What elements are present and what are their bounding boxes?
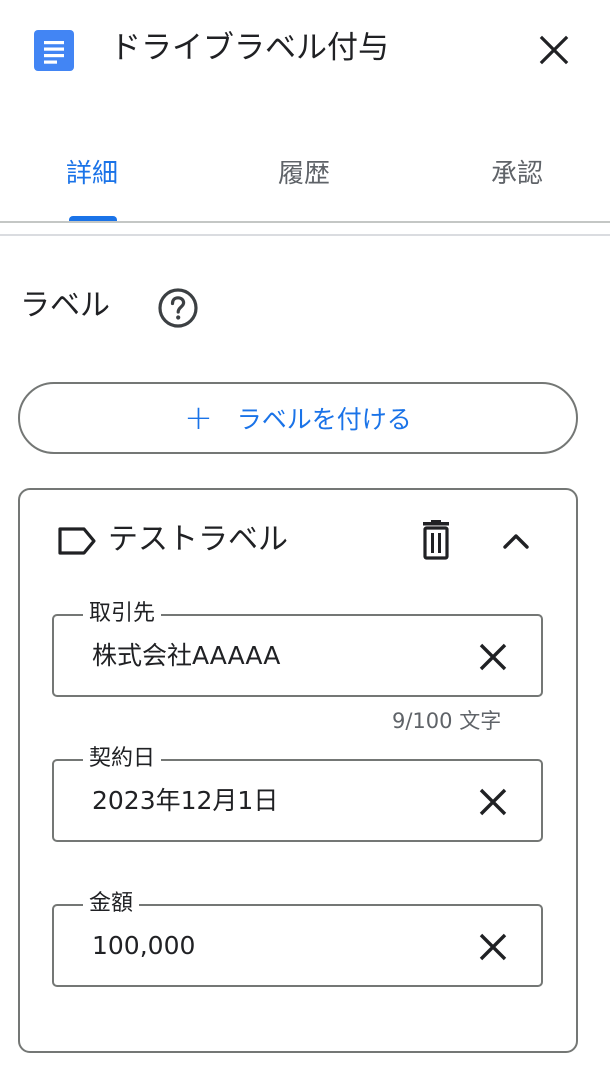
trash-icon[interactable] (414, 518, 458, 562)
section-divider (0, 234, 610, 236)
contract-date-field: 契約日 (52, 744, 543, 842)
clear-partner-icon[interactable] (473, 637, 513, 677)
google-docs-icon (34, 30, 74, 71)
panel-title: ドライブラベル付与 (110, 30, 389, 66)
partner-input[interactable] (92, 638, 452, 674)
amount-field-label: 金額 (83, 889, 140, 919)
tab-history[interactable]: 履歴 (278, 150, 330, 198)
plus-icon: + (184, 398, 213, 438)
contract-date-field-label: 契約日 (83, 744, 162, 774)
partner-field-label: 取引先 (83, 599, 162, 629)
tab-details[interactable]: 詳細 (66, 150, 118, 198)
help-circle-icon[interactable] (157, 287, 199, 329)
contract-date-input[interactable] (92, 783, 452, 819)
amount-input[interactable] (92, 928, 452, 964)
clear-amount-icon[interactable] (473, 927, 513, 967)
tab-approval[interactable]: 承認 (491, 150, 543, 198)
chevron-up-icon[interactable] (495, 520, 537, 560)
add-label-button[interactable]: + ラベルを付ける (18, 382, 578, 454)
labels-section-title: ラベル (20, 288, 110, 323)
label-tag-icon (58, 527, 96, 555)
amount-field: 金額 (52, 889, 543, 987)
partner-field: 取引先 (52, 599, 543, 697)
tab-divider (0, 221, 610, 223)
partner-char-counter: 9/100 文字 (392, 709, 502, 733)
add-label-button-label: ラベルを付ける (236, 405, 412, 434)
label-name: テストラベル (108, 522, 288, 557)
close-icon (539, 35, 569, 65)
close-button[interactable] (530, 26, 578, 74)
clear-contract-date-icon[interactable] (473, 782, 513, 822)
